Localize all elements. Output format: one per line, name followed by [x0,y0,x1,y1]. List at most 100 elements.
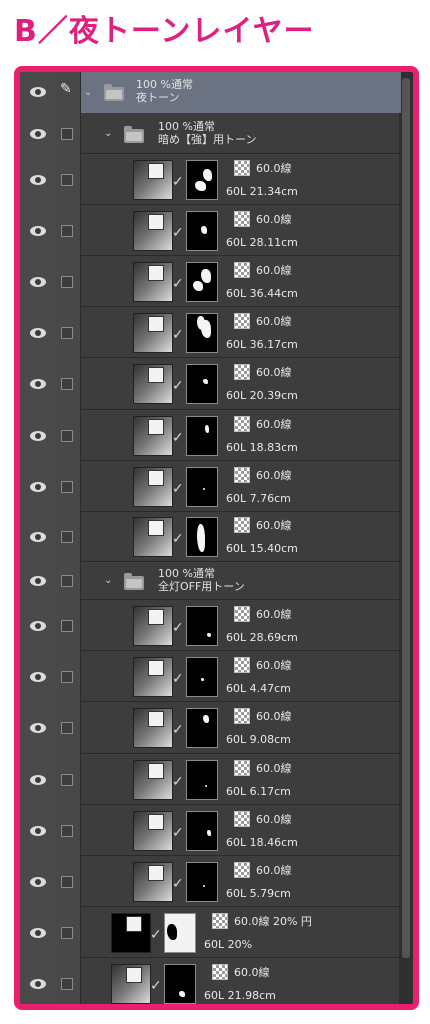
layer-thumbnail[interactable] [111,964,151,1004]
lock-checkbox[interactable] [61,128,73,140]
layer-mask-thumbnail[interactable] [164,964,196,1004]
pen-icon[interactable]: ✎ [60,81,72,97]
layer-row[interactable]: ✓ 60.0線 60L 9.08cm [20,702,401,754]
layer-mask-thumbnail[interactable] [186,160,218,200]
layer-mask-thumbnail[interactable] [186,313,218,353]
lock-checkbox[interactable] [61,671,73,683]
layer-thumbnail[interactable] [133,416,173,456]
mask-link-icon[interactable]: ✓ [150,978,162,994]
eye-icon[interactable] [30,277,46,287]
chevron-down-icon[interactable]: ⌄ [84,87,92,98]
layer-row[interactable]: ✓ 60.0線 60L 15.40cm [20,512,401,562]
mask-link-icon[interactable]: ✓ [172,531,184,547]
layer-mask-thumbnail[interactable] [186,760,218,800]
eye-icon[interactable] [30,621,46,631]
layer-thumbnail[interactable] [133,211,173,251]
chevron-down-icon[interactable]: ⌄ [104,575,112,586]
eye-icon[interactable] [30,431,46,441]
layer-mask-thumbnail[interactable] [164,913,196,953]
lock-checkbox[interactable] [61,378,73,390]
lock-checkbox[interactable] [61,575,73,587]
layer-thumbnail[interactable] [133,262,173,302]
layer-mask-thumbnail[interactable] [186,467,218,507]
mask-link-icon[interactable]: ✓ [172,430,184,446]
folder-row-alloff[interactable]: ⌄ 100 %通常 全灯OFF用トーン [20,562,401,600]
eye-icon[interactable] [30,226,46,236]
eye-icon[interactable] [30,723,46,733]
lock-checkbox[interactable] [61,531,73,543]
layer-row[interactable]: ✓ 60.0線 60L 18.46cm [20,805,401,856]
layer-thumbnail[interactable] [133,862,173,902]
layer-mask-thumbnail[interactable] [186,862,218,902]
chevron-down-icon[interactable]: ⌄ [104,128,112,139]
eye-icon[interactable] [30,826,46,836]
eye-icon[interactable] [30,87,46,97]
layer-mask-thumbnail[interactable] [186,416,218,456]
mask-link-icon[interactable]: ✓ [150,927,162,943]
folder-row-strong[interactable]: ⌄ 100 %通常 暗め【強】用トーン [20,113,401,154]
mask-link-icon[interactable]: ✓ [172,481,184,497]
layer-mask-thumbnail[interactable] [186,262,218,302]
layer-row[interactable]: ✓ 60.0線 60L 28.11cm [20,205,401,256]
layer-row[interactable]: ✓ 60.0線 60L 36.44cm [20,256,401,307]
layer-thumbnail[interactable] [133,313,173,353]
layer-mask-thumbnail[interactable] [186,708,218,748]
layer-mask-thumbnail[interactable] [186,657,218,697]
layer-row[interactable]: ✓ 60.0線 60L 18.83cm [20,410,401,461]
layer-mask-thumbnail[interactable] [186,211,218,251]
layer-thumbnail[interactable] [133,811,173,851]
layer-thumbnail[interactable] [133,467,173,507]
eye-icon[interactable] [30,775,46,785]
lock-checkbox[interactable] [61,225,73,237]
eye-icon[interactable] [30,928,46,938]
layer-mask-thumbnail[interactable] [186,517,218,557]
eye-icon[interactable] [30,129,46,139]
layer-mask-thumbnail[interactable] [186,811,218,851]
lock-checkbox[interactable] [61,327,73,339]
mask-link-icon[interactable]: ✓ [172,225,184,241]
eye-icon[interactable] [30,576,46,586]
lock-checkbox[interactable] [61,876,73,888]
eye-icon[interactable] [30,482,46,492]
lock-checkbox[interactable] [61,825,73,837]
scrollbar[interactable] [399,72,413,1004]
eye-icon[interactable] [30,532,46,542]
eye-icon[interactable] [30,979,46,989]
lock-checkbox[interactable] [61,620,73,632]
lock-checkbox[interactable] [61,978,73,990]
mask-link-icon[interactable]: ✓ [172,876,184,892]
scrollbar-thumb[interactable] [402,78,410,958]
layer-row[interactable]: ✓ 60.0線 60L 36.17cm [20,307,401,358]
eye-icon[interactable] [30,877,46,887]
lock-checkbox[interactable] [61,430,73,442]
mask-link-icon[interactable]: ✓ [172,620,184,636]
layer-thumbnail[interactable] [133,760,173,800]
lock-checkbox[interactable] [61,174,73,186]
eye-icon[interactable] [30,175,46,185]
layer-thumbnail[interactable] [111,913,151,953]
eye-icon[interactable] [30,379,46,389]
mask-link-icon[interactable]: ✓ [172,825,184,841]
lock-checkbox[interactable] [61,481,73,493]
layer-mask-thumbnail[interactable] [186,364,218,404]
layer-row[interactable]: ✓ 60.0線 60L 4.47cm [20,651,401,702]
layer-row[interactable]: ✓ 60.0線 60L 28.69cm [20,600,401,651]
layer-thumbnail[interactable] [133,160,173,200]
lock-checkbox[interactable] [61,774,73,786]
mask-link-icon[interactable]: ✓ [172,774,184,790]
mask-link-icon[interactable]: ✓ [172,276,184,292]
mask-link-icon[interactable]: ✓ [172,174,184,190]
layer-row[interactable]: ✓ 60.0線 60L 20.39cm [20,358,401,410]
layer-row[interactable]: ✓ 60.0線 60L 5.79cm [20,856,401,907]
eye-icon[interactable] [30,672,46,682]
lock-checkbox[interactable] [61,722,73,734]
mask-link-icon[interactable]: ✓ [172,378,184,394]
layer-thumbnail[interactable] [133,708,173,748]
folder-row-root[interactable]: ✎ ⌄ 100 %通常 夜トーン [20,72,401,113]
layer-thumbnail[interactable] [133,364,173,404]
mask-link-icon[interactable]: ✓ [172,722,184,738]
layer-thumbnail[interactable] [133,657,173,697]
mask-link-icon[interactable]: ✓ [172,671,184,687]
layer-row[interactable]: ✓ 60.0線 20% 円 60L 20% [20,907,401,958]
layer-row[interactable]: ✓ 60.0線 60L 21.34cm [20,154,401,205]
